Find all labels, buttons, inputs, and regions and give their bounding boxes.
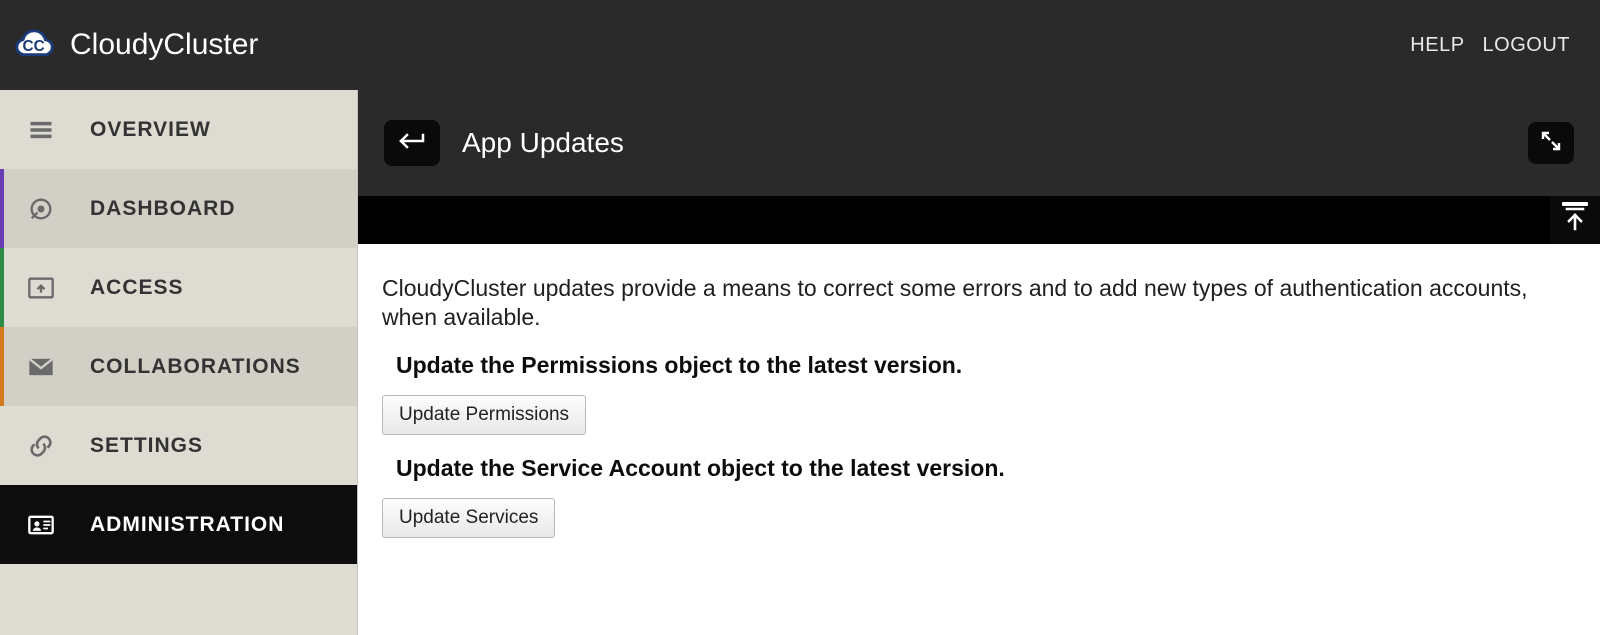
content: CloudyCluster updates provide a means to… [358, 244, 1600, 635]
expand-icon [1541, 131, 1561, 156]
ribbon-strip [358, 196, 1600, 244]
update-permissions-button[interactable]: Update Permissions [382, 395, 586, 435]
sidebar-item-label: DASHBOARD [90, 197, 236, 221]
sidebar-item-settings[interactable]: SETTINGS [0, 406, 357, 485]
sidebar-item-label: ADMINISTRATION [90, 513, 284, 537]
drawer-bar-icon [1562, 202, 1588, 206]
sidebar-item-dashboard[interactable]: DASHBOARD [0, 169, 357, 248]
cloudycluster-logo-icon: CC [12, 26, 58, 64]
sidebar-item-label: ACCESS [90, 276, 184, 300]
sidebar: OVERVIEW DASHBOARD ACCESS COLLABORATIONS [0, 90, 358, 635]
main: App Updates CloudyCluster updates provid… [358, 90, 1600, 635]
fullscreen-button[interactable] [1528, 122, 1574, 164]
back-arrow-icon [399, 131, 425, 156]
link-icon [26, 431, 56, 461]
hamburger-icon [26, 115, 56, 145]
brand-name: CloudyCluster [70, 28, 258, 62]
section-heading: Update the Service Account object to the… [396, 455, 1570, 482]
brand: CC CloudyCluster [12, 26, 258, 64]
sidebar-item-label: COLLABORATIONS [90, 355, 301, 379]
sidebar-item-administration[interactable]: ADMINISTRATION [0, 485, 357, 564]
svg-text:CC: CC [23, 38, 45, 55]
page-header: App Updates [358, 90, 1600, 196]
sidebar-item-collaborations[interactable]: COLLABORATIONS [0, 327, 357, 406]
back-button[interactable] [384, 120, 440, 166]
drawer-toggle-button[interactable] [1550, 196, 1600, 244]
page-title: App Updates [462, 127, 624, 159]
sidebar-item-access[interactable]: ACCESS [0, 248, 357, 327]
dashboard-icon [26, 194, 56, 224]
id-card-icon [26, 510, 56, 540]
sidebar-item-label: SETTINGS [90, 434, 203, 458]
upload-arrow-icon [1564, 205, 1586, 236]
section-services: Update the Service Account object to the… [382, 455, 1570, 538]
sidebar-item-label: OVERVIEW [90, 118, 211, 142]
section-permissions: Update the Permissions object to the lat… [382, 352, 1570, 435]
help-link[interactable]: HELP [1410, 34, 1464, 57]
section-heading: Update the Permissions object to the lat… [396, 352, 1570, 379]
topbar-right: HELP LOGOUT [1410, 34, 1570, 57]
access-icon [26, 273, 56, 303]
intro-text: CloudyCluster updates provide a means to… [382, 274, 1562, 332]
mail-icon [26, 352, 56, 382]
update-services-button[interactable]: Update Services [382, 498, 555, 538]
sidebar-item-overview[interactable]: OVERVIEW [0, 90, 357, 169]
topbar: CC CloudyCluster HELP LOGOUT [0, 0, 1600, 90]
logout-link[interactable]: LOGOUT [1483, 34, 1570, 57]
